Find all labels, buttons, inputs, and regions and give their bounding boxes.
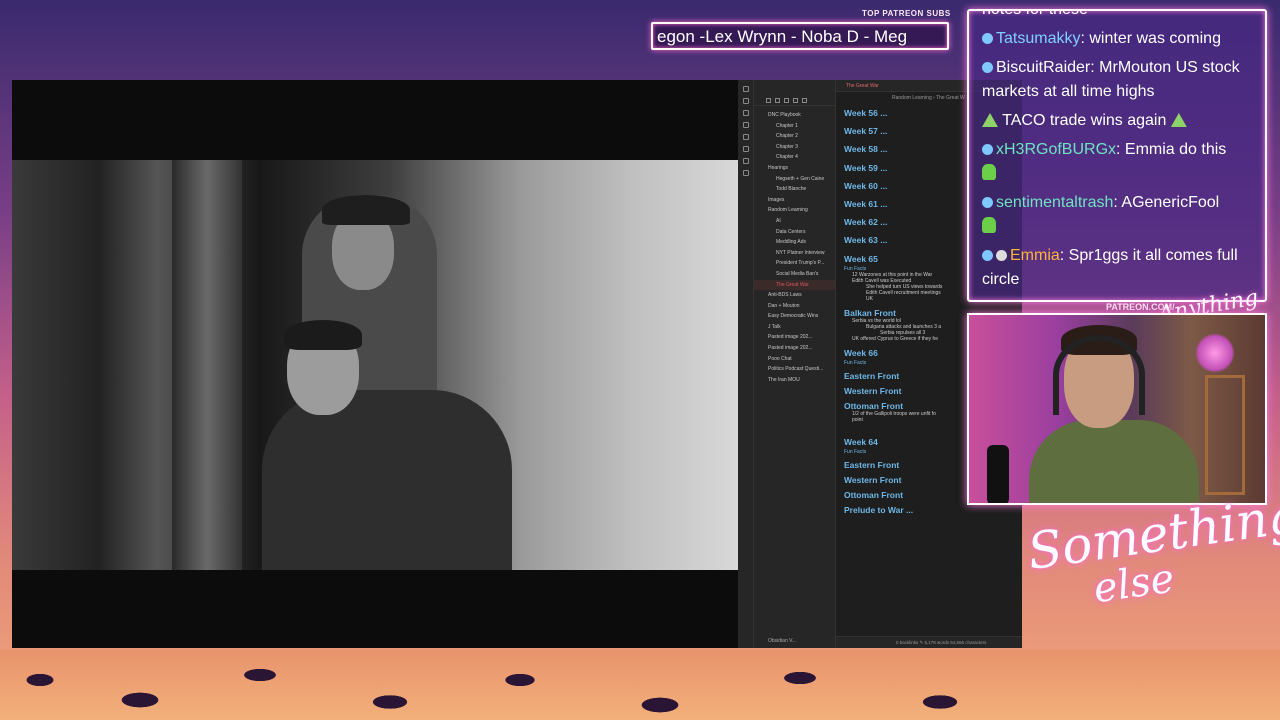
badge-icon <box>982 197 993 208</box>
chat-text: : Emmia do this <box>1116 141 1227 158</box>
tree-item[interactable]: Chapter 2 <box>754 131 835 142</box>
tree-item[interactable]: DNC Playbook <box>754 110 835 121</box>
chat-username[interactable]: Tatsumakky <box>996 30 1080 47</box>
chat-username[interactable]: Emmia <box>1010 247 1060 264</box>
mic-badge-icon <box>996 250 1007 261</box>
badge-icon <box>982 144 993 155</box>
badge-icon <box>982 33 993 44</box>
chat-username[interactable]: sentimentaltrash <box>996 194 1113 211</box>
tree-item[interactable]: Pooo Chat <box>754 354 835 365</box>
template-icon[interactable] <box>742 134 749 140</box>
chat-message: BiscuitRaider: MrMouton US stock markets… <box>982 56 1257 104</box>
new-note-icon[interactable] <box>766 98 771 103</box>
chat-message: xH3RGofBURGx: Emmia do this <box>982 138 1257 186</box>
taco-emote-icon <box>1170 113 1187 127</box>
status-bar: 0 backlinks ✎ 5,178 words 54,566 charact… <box>836 636 1022 648</box>
tree-item[interactable]: Easy Democratic Wins <box>754 311 835 322</box>
taco-emote-icon <box>982 113 998 127</box>
chat-messages: notes for these Tatsumakky: winter was c… <box>982 9 1257 292</box>
tree-item[interactable]: Pasted image 202... <box>754 343 835 354</box>
file-tree: DNC Playbook Chapter 1 Chapter 2 Chapter… <box>754 106 835 385</box>
badge-icon <box>982 250 993 261</box>
photo-soldier-seated <box>262 390 512 570</box>
tree-item[interactable]: Data Centers <box>754 227 835 238</box>
webcam-feed <box>967 313 1267 505</box>
sort-icon[interactable] <box>784 98 789 103</box>
tree-item[interactable]: Images <box>754 195 835 206</box>
tree-item[interactable]: Meddling Ads <box>754 237 835 248</box>
tree-item[interactable]: Pasted image 202... <box>754 332 835 343</box>
chat-text: notes for these <box>982 9 1088 18</box>
chat-username[interactable]: BiscuitRaider <box>996 59 1090 76</box>
tree-item[interactable]: Hearings <box>754 163 835 174</box>
chat-panel: notes for these Tatsumakky: winter was c… <box>967 9 1267 302</box>
microphone-icon <box>987 445 1009 503</box>
terminal-icon[interactable] <box>742 158 749 164</box>
tree-item[interactable]: Chapter 3 <box>754 142 835 153</box>
photo-soldier-hair <box>284 320 362 350</box>
webcam-shelf <box>1205 375 1245 495</box>
tree-item[interactable]: Hegseth + Gen Caine <box>754 174 835 185</box>
chat-text: TACO trade wins again <box>998 112 1171 129</box>
patreon-subs-label: TOP PATREON SUBS <box>862 9 951 18</box>
canvas-icon[interactable] <box>742 110 749 116</box>
video-player[interactable] <box>12 80 738 648</box>
chat-message: notes for these <box>982 9 1257 22</box>
frog-emote-icon <box>982 217 996 233</box>
tab-the-great-war[interactable]: The Great War <box>846 83 879 89</box>
graph-icon[interactable] <box>742 98 749 104</box>
new-folder-icon[interactable] <box>775 98 780 103</box>
chat-text: : winter was coming <box>1080 30 1221 47</box>
tree-item[interactable]: Chapter 4 <box>754 152 835 163</box>
chat-message: Tatsumakky: winter was coming <box>982 27 1257 51</box>
frog-emote-icon <box>982 164 996 180</box>
close-icon[interactable] <box>802 98 807 103</box>
explorer-toolbar <box>754 80 835 106</box>
webcam-streamer-body <box>1029 420 1199 503</box>
tree-item[interactable]: Anti-BDS Laws <box>754 290 835 301</box>
tree-item[interactable]: President Trump's P... <box>754 258 835 269</box>
photo-pillar <box>172 160 242 570</box>
sidebar-toggle-icon[interactable] <box>742 86 749 92</box>
tree-item[interactable]: AI <box>754 216 835 227</box>
leopard-pattern-decor <box>0 650 1280 720</box>
headset-icon <box>1053 335 1145 415</box>
tree-item[interactable]: Dan + Mouton <box>754 301 835 312</box>
tree-item[interactable]: Random Learning <box>754 205 835 216</box>
tree-item[interactable]: The Iran MOU <box>754 375 835 386</box>
tree-item-active[interactable]: The Great War <box>754 279 835 291</box>
tree-item[interactable]: Chapter 1 <box>754 121 835 132</box>
tree-item[interactable]: Social Media Ban's <box>754 269 835 280</box>
tree-item[interactable]: Politics Podcast Questi... <box>754 364 835 375</box>
photo-soldier-cap <box>322 195 410 225</box>
tree-item[interactable]: J Talk <box>754 322 835 333</box>
obsidian-ribbon <box>738 80 754 648</box>
publish-icon[interactable] <box>742 170 749 176</box>
collapse-icon[interactable] <box>793 98 798 103</box>
chat-message: Emmia: Spr1ggs it all comes full circle <box>982 244 1257 292</box>
patreon-subs-ticker-box: egon -Lex Wrynn - Noba D - Meg <box>651 22 949 50</box>
chat-text: : AGenericFool <box>1113 194 1220 211</box>
badge-icon <box>982 62 993 73</box>
command-icon[interactable] <box>742 146 749 152</box>
chat-username[interactable]: xH3RGofBURGx <box>996 141 1116 158</box>
something-else-logo: Something else <box>1024 485 1280 620</box>
chat-message: sentimentaltrash: AGenericFool <box>982 191 1257 239</box>
daily-note-icon[interactable] <box>742 122 749 128</box>
tree-item[interactable]: NYT Platner Interview <box>754 248 835 259</box>
webcam-lamp <box>1195 333 1235 373</box>
vault-switcher[interactable]: Obsidian V... <box>768 638 796 644</box>
file-explorer: DNC Playbook Chapter 1 Chapter 2 Chapter… <box>754 80 836 648</box>
ww1-soldiers-photo <box>12 160 738 570</box>
heading-prelude-to-war[interactable]: Prelude to War ... <box>844 505 1020 515</box>
patreon-subs-ticker: egon -Lex Wrynn - Noba D - Meg <box>657 27 908 46</box>
chat-message: TACO trade wins again <box>982 109 1257 133</box>
tree-item[interactable]: Todd Blanche <box>754 184 835 195</box>
screen-share: DNC Playbook Chapter 1 Chapter 2 Chapter… <box>12 80 1022 648</box>
